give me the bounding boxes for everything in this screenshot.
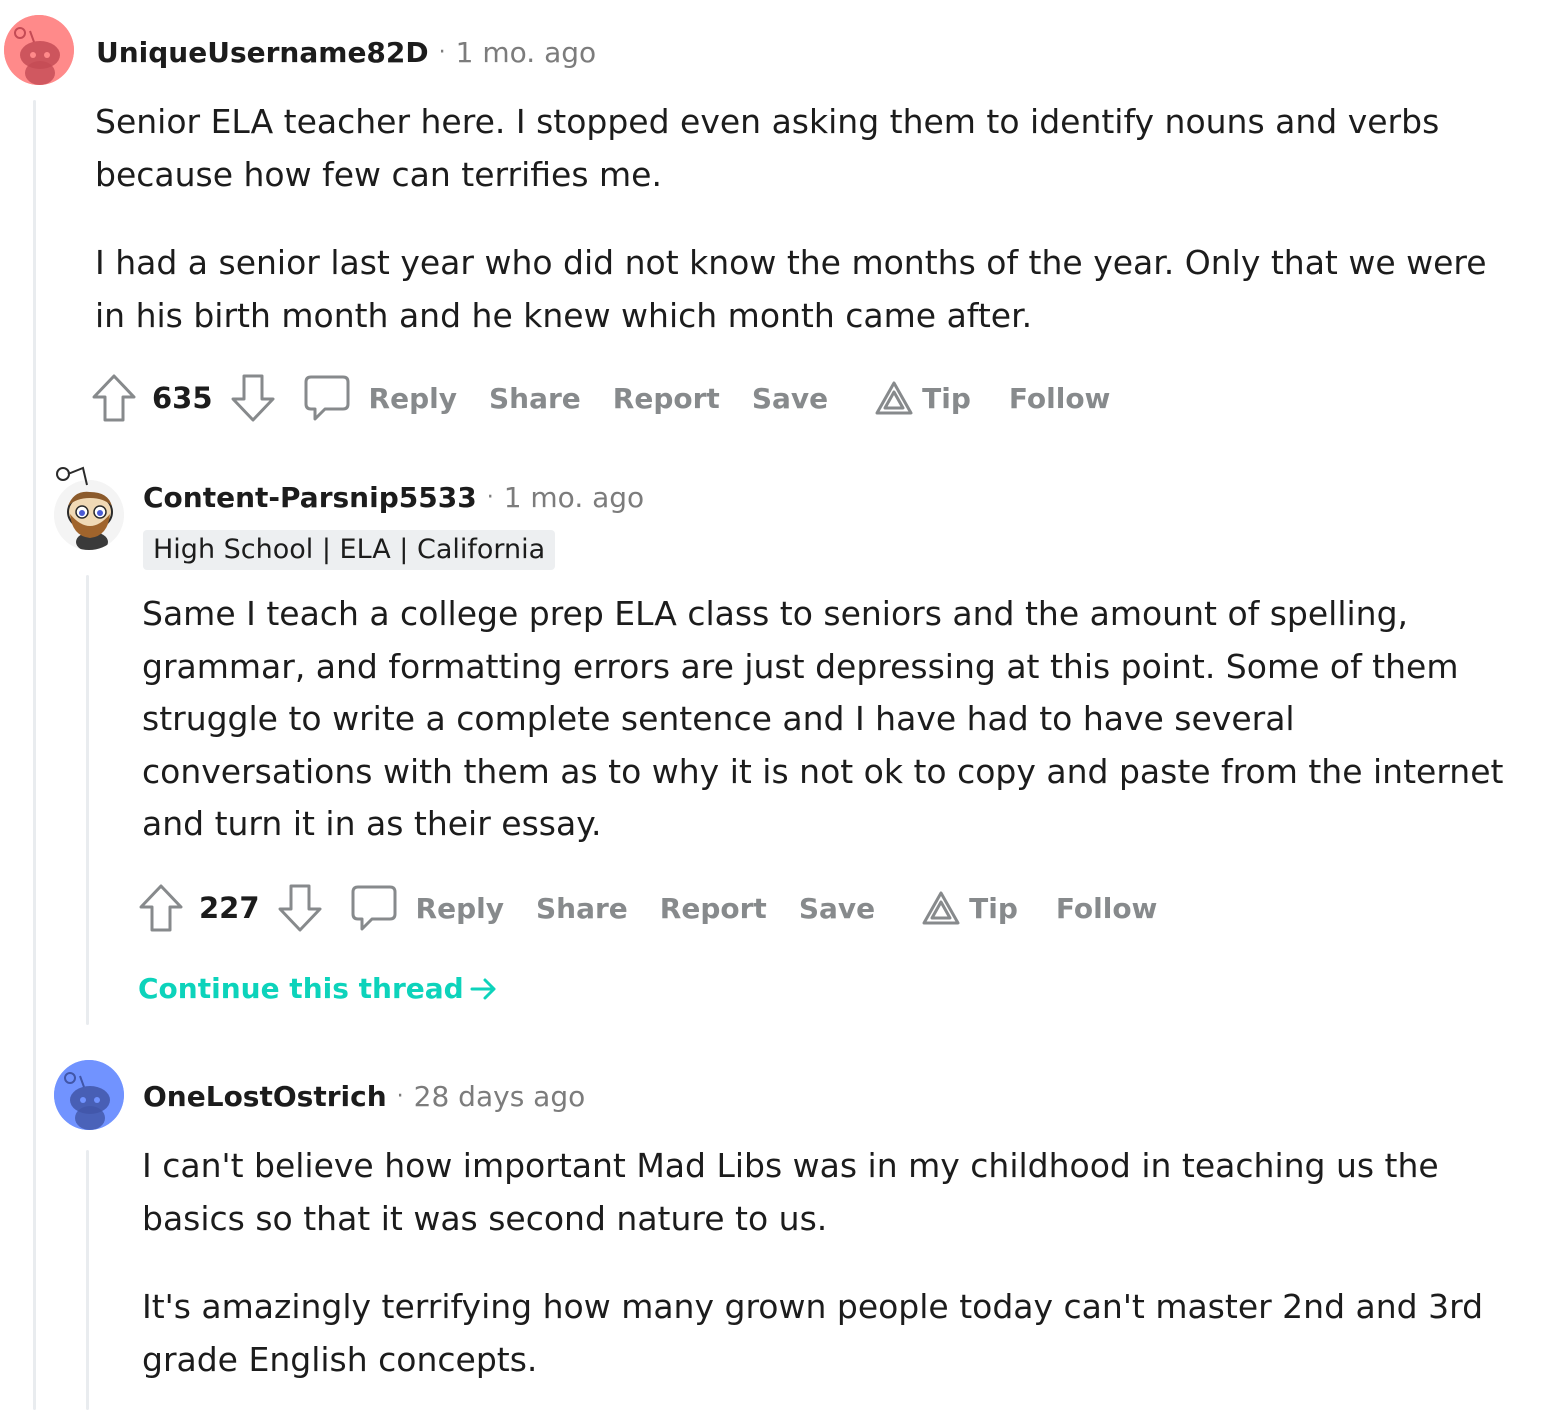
- username[interactable]: Content-Parsnip5533: [143, 481, 477, 514]
- continue-thread-label: Continue this thread: [138, 972, 464, 1005]
- timestamp[interactable]: 1 mo. ago: [456, 36, 597, 69]
- downvote-icon[interactable]: [229, 372, 277, 424]
- comment-actions: 635 Reply Share Report Save Tip Follow: [90, 370, 1142, 426]
- comment-actions: 227 Reply Share Report Save Tip Follow: [137, 880, 1189, 936]
- comment-paragraph: Same I teach a college prep ELA class to…: [142, 594, 1504, 843]
- snoo-avatar-icon: [54, 1060, 124, 1130]
- comment-meta: UniqueUsername82D · 1 mo. ago: [96, 32, 596, 72]
- report-button[interactable]: Report: [660, 892, 767, 925]
- tip-icon: [922, 891, 960, 925]
- avatar[interactable]: [4, 15, 74, 85]
- separator-dot: ·: [396, 1083, 404, 1109]
- comment-paragraph: I can't believe how important Mad Libs w…: [142, 1146, 1439, 1238]
- vote-score: 227: [199, 891, 260, 925]
- thread-line-root[interactable]: [33, 100, 36, 1410]
- arrow-right-icon: [470, 978, 496, 999]
- tip-label: Tip: [922, 381, 971, 415]
- comment-paragraph: Senior ELA teacher here. I stopped even …: [95, 102, 1440, 194]
- vote-score: 635: [152, 381, 213, 415]
- downvote-icon[interactable]: [276, 882, 324, 934]
- avatar[interactable]: [54, 1060, 124, 1130]
- comment-paragraph: It's amazingly terrifying how many grown…: [142, 1287, 1484, 1379]
- timestamp[interactable]: 1 mo. ago: [504, 481, 645, 514]
- report-button[interactable]: Report: [613, 382, 720, 415]
- tip-button[interactable]: Tip: [921, 890, 1018, 926]
- separator-dot: ·: [438, 39, 446, 65]
- comment-bubble-icon[interactable]: [303, 372, 353, 424]
- separator-dot: ·: [486, 484, 494, 510]
- save-button[interactable]: Save: [799, 892, 875, 925]
- username[interactable]: OneLostOstrich: [143, 1080, 387, 1113]
- comment-meta: Content-Parsnip5533 · 1 mo. ago: [143, 477, 644, 517]
- share-button[interactable]: Share: [489, 382, 581, 415]
- thread-line-reply-2[interactable]: [86, 1150, 89, 1410]
- snoo-antenna-icon: [56, 466, 88, 486]
- comment-paragraph: I had a senior last year who did not kno…: [95, 243, 1487, 335]
- user-flair: High School | ELA | California: [143, 530, 556, 570]
- reply-button[interactable]: Reply: [369, 382, 457, 415]
- continue-thread-link[interactable]: Continue this thread: [138, 972, 500, 1005]
- upvote-icon[interactable]: [90, 372, 138, 424]
- tip-icon: [875, 381, 913, 415]
- share-button[interactable]: Share: [536, 892, 628, 925]
- timestamp[interactable]: 28 days ago: [414, 1080, 586, 1113]
- comment-body: Senior ELA teacher here. I stopped even …: [95, 96, 1515, 342]
- comment-bubble-icon[interactable]: [350, 882, 400, 934]
- follow-button[interactable]: Follow: [1009, 382, 1111, 415]
- comment-body: Same I teach a college prep ELA class to…: [142, 588, 1512, 851]
- upvote-icon[interactable]: [137, 882, 185, 934]
- comment-body: I can't believe how important Mad Libs w…: [142, 1140, 1522, 1386]
- tip-button[interactable]: Tip: [874, 380, 971, 416]
- thread-line-reply[interactable]: [86, 575, 89, 1025]
- follow-button[interactable]: Follow: [1056, 892, 1158, 925]
- reply-button[interactable]: Reply: [416, 892, 504, 925]
- save-button[interactable]: Save: [752, 382, 828, 415]
- snoo-avatar-icon: [4, 15, 74, 85]
- tip-label: Tip: [969, 891, 1018, 925]
- comment-meta: OneLostOstrich · 28 days ago: [143, 1076, 585, 1116]
- username[interactable]: UniqueUsername82D: [96, 36, 429, 69]
